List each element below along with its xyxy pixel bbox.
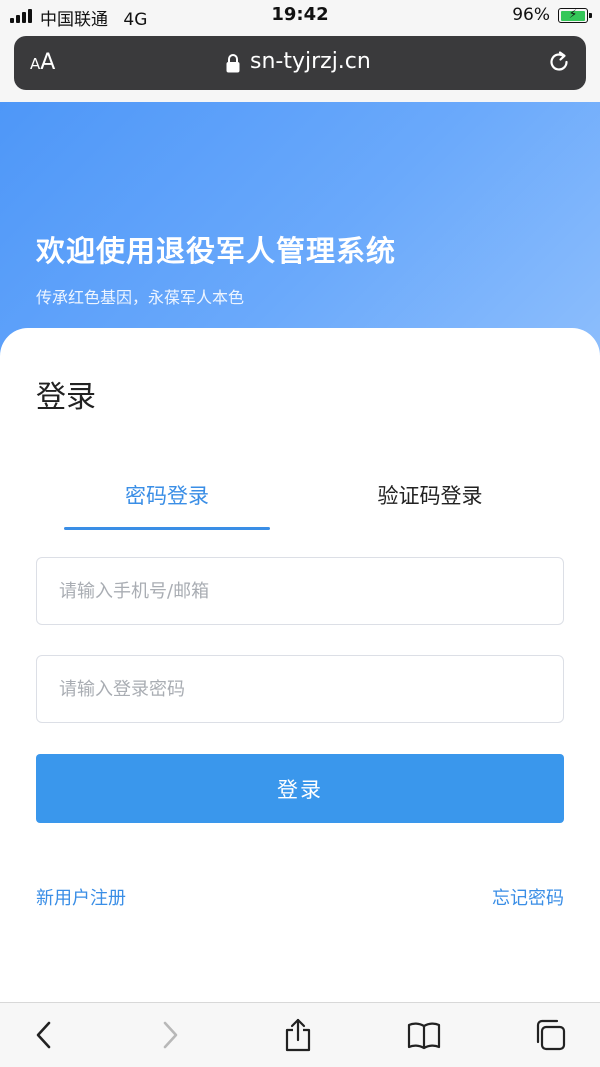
back-button[interactable] — [26, 1017, 62, 1053]
login-button[interactable]: 登录 — [36, 754, 564, 823]
active-tab-indicator — [64, 527, 270, 530]
hero-title: 欢迎使用退役军人管理系统 — [36, 234, 397, 268]
tabs-icon — [536, 1019, 566, 1051]
tabs-button[interactable] — [532, 1017, 568, 1053]
hero-banner: 欢迎使用退役军人管理系统 传承红色基因，永葆军人本色 — [0, 102, 600, 362]
phone-email-input[interactable] — [36, 557, 564, 625]
reload-icon[interactable] — [546, 49, 572, 75]
back-icon — [36, 1021, 51, 1049]
status-time: 19:42 — [271, 4, 329, 25]
forward-button[interactable] — [152, 1017, 188, 1053]
share-button[interactable] — [280, 1017, 316, 1053]
tab-code-login[interactable]: 验证码登录 — [330, 480, 530, 530]
status-bar: 中国联通 4G 19:42 96% ⚡ — [0, 0, 600, 32]
register-link[interactable]: 新用户注册 — [36, 884, 126, 910]
bookmarks-button[interactable] — [406, 1017, 442, 1053]
hero-subtitle: 传承红色基因，永葆军人本色 — [36, 288, 245, 307]
login-card: 登录 密码登录 验证码登录 登录 新用户注册 忘记密码 — [0, 328, 600, 1002]
url-text[interactable]: sn-tyjrzj.cn — [250, 49, 371, 74]
tab-password-login[interactable]: 密码登录 — [64, 480, 270, 530]
forward-icon — [163, 1021, 178, 1049]
address-bar[interactable]: AA sn-tyjrzj.cn — [14, 36, 586, 90]
text-size-button[interactable]: AA — [30, 50, 55, 75]
share-icon — [285, 1018, 311, 1052]
battery-icon: ⚡ — [558, 7, 592, 23]
battery-percent: 96% — [512, 5, 550, 25]
login-heading: 登录 — [36, 380, 96, 415]
bookmarks-icon — [407, 1022, 441, 1050]
forgot-password-link[interactable]: 忘记密码 — [492, 884, 564, 910]
browser-toolbar — [0, 1002, 600, 1067]
lock-icon — [226, 54, 240, 73]
password-input[interactable] — [36, 655, 564, 723]
browser-address-area: AA sn-tyjrzj.cn — [0, 32, 600, 102]
